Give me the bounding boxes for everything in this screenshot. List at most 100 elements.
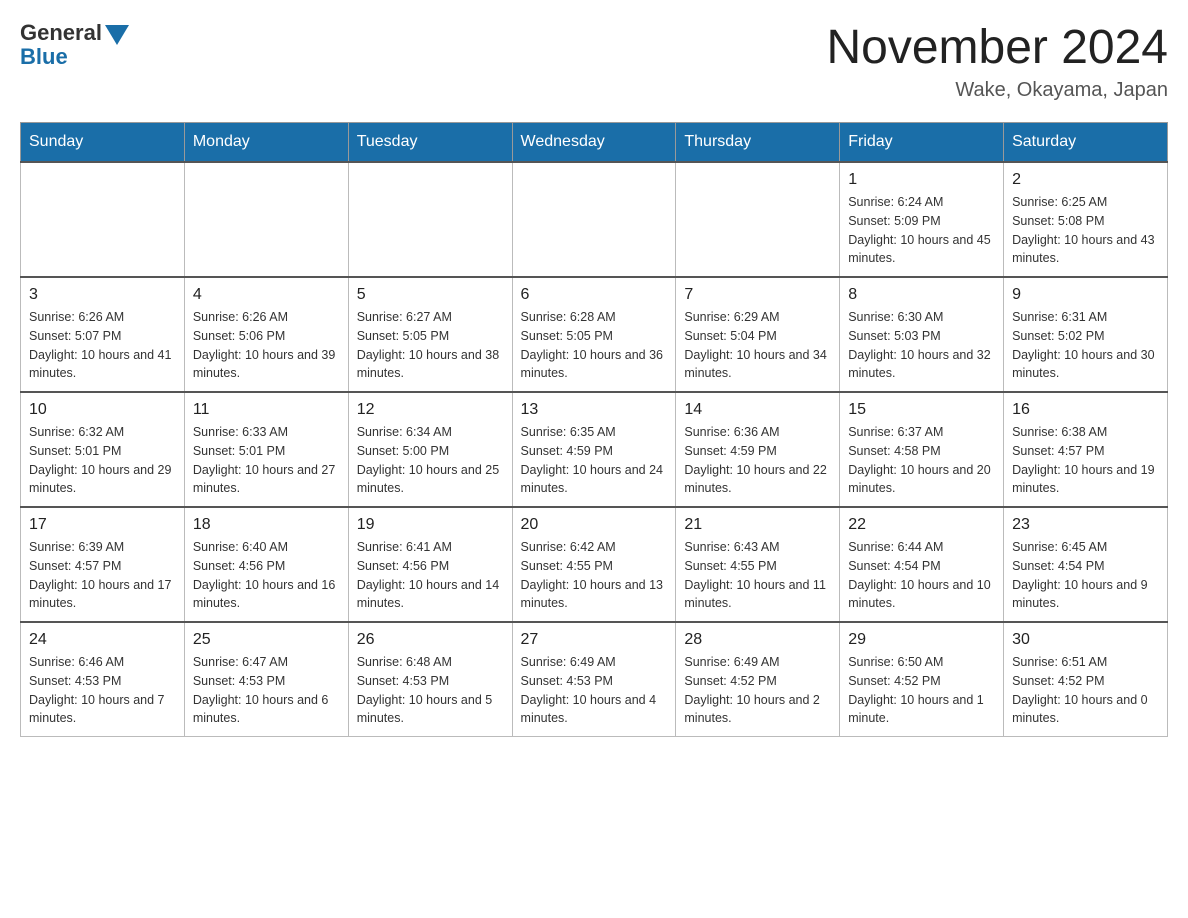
calendar-day-cell: 2 Sunrise: 6:25 AMSunset: 5:08 PMDaylight… <box>1004 162 1168 277</box>
day-info: Sunrise: 6:47 AMSunset: 4:53 PMDaylight:… <box>193 653 340 728</box>
day-info: Sunrise: 6:33 AMSunset: 5:01 PMDaylight:… <box>193 423 340 498</box>
day-number: 10 <box>29 401 176 419</box>
day-number: 9 <box>1012 286 1159 304</box>
day-info: Sunrise: 6:29 AMSunset: 5:04 PMDaylight:… <box>684 308 831 383</box>
calendar-week-row: 17 Sunrise: 6:39 AMSunset: 4:57 PMDayligh… <box>21 507 1168 622</box>
calendar-day-cell: 17 Sunrise: 6:39 AMSunset: 4:57 PMDayligh… <box>21 507 185 622</box>
day-info: Sunrise: 6:26 AMSunset: 5:06 PMDaylight:… <box>193 308 340 383</box>
day-number: 15 <box>848 401 995 419</box>
day-number: 17 <box>29 516 176 534</box>
day-number: 1 <box>848 171 995 189</box>
day-number: 12 <box>357 401 504 419</box>
calendar-week-row: 3 Sunrise: 6:26 AMSunset: 5:07 PMDaylight… <box>21 277 1168 392</box>
day-info: Sunrise: 6:40 AMSunset: 4:56 PMDaylight:… <box>193 538 340 613</box>
calendar-day-cell: 20Sunrise: 6:42 AMSunset: 4:55 PMDayligh… <box>512 507 676 622</box>
day-info: Sunrise: 6:37 AMSunset: 4:58 PMDaylight:… <box>848 423 995 498</box>
calendar-day-cell: 10 Sunrise: 6:32 AMSunset: 5:01 PMDayligh… <box>21 392 185 507</box>
logo-triangle-icon <box>105 25 129 45</box>
day-info: Sunrise: 6:46 AMSunset: 4:53 PMDaylight:… <box>29 653 176 728</box>
day-info: Sunrise: 6:30 AMSunset: 5:03 PMDaylight:… <box>848 308 995 383</box>
day-of-week-header: Sunday <box>21 123 185 163</box>
calendar-day-cell <box>184 162 348 277</box>
calendar-day-cell: 21 Sunrise: 6:43 AMSunset: 4:55 PMDayligh… <box>676 507 840 622</box>
day-number: 5 <box>357 286 504 304</box>
calendar-day-cell: 23Sunrise: 6:45 AMSunset: 4:54 PMDayligh… <box>1004 507 1168 622</box>
day-info: Sunrise: 6:25 AMSunset: 5:08 PMDaylight:… <box>1012 193 1159 268</box>
calendar-table: SundayMondayTuesdayWednesdayThursdayFrid… <box>20 122 1168 737</box>
calendar-week-row: 1 Sunrise: 6:24 AMSunset: 5:09 PMDaylight… <box>21 162 1168 277</box>
calendar-day-cell <box>348 162 512 277</box>
day-of-week-header: Thursday <box>676 123 840 163</box>
logo-blue-text: Blue <box>20 44 68 70</box>
day-number: 20 <box>521 516 668 534</box>
day-info: Sunrise: 6:48 AMSunset: 4:53 PMDaylight:… <box>357 653 504 728</box>
day-info: Sunrise: 6:32 AMSunset: 5:01 PMDaylight:… <box>29 423 176 498</box>
calendar-day-cell: 3 Sunrise: 6:26 AMSunset: 5:07 PMDaylight… <box>21 277 185 392</box>
calendar-day-cell: 24Sunrise: 6:46 AMSunset: 4:53 PMDayligh… <box>21 622 185 737</box>
day-info: Sunrise: 6:43 AMSunset: 4:55 PMDaylight:… <box>684 538 831 613</box>
calendar-day-cell: 12Sunrise: 6:34 AMSunset: 5:00 PMDayligh… <box>348 392 512 507</box>
day-number: 8 <box>848 286 995 304</box>
calendar-day-cell: 7Sunrise: 6:29 AMSunset: 5:04 PMDaylight… <box>676 277 840 392</box>
day-info: Sunrise: 6:36 AMSunset: 4:59 PMDaylight:… <box>684 423 831 498</box>
calendar-day-cell: 6 Sunrise: 6:28 AMSunset: 5:05 PMDaylight… <box>512 277 676 392</box>
day-number: 6 <box>521 286 668 304</box>
day-of-week-header: Monday <box>184 123 348 163</box>
day-number: 28 <box>684 631 831 649</box>
day-info: Sunrise: 6:39 AMSunset: 4:57 PMDaylight:… <box>29 538 176 613</box>
calendar-day-cell: 4 Sunrise: 6:26 AMSunset: 5:06 PMDaylight… <box>184 277 348 392</box>
calendar-day-cell: 1 Sunrise: 6:24 AMSunset: 5:09 PMDaylight… <box>840 162 1004 277</box>
calendar-day-cell: 11Sunrise: 6:33 AMSunset: 5:01 PMDayligh… <box>184 392 348 507</box>
day-info: Sunrise: 6:28 AMSunset: 5:05 PMDaylight:… <box>521 308 668 383</box>
day-info: Sunrise: 6:44 AMSunset: 4:54 PMDaylight:… <box>848 538 995 613</box>
calendar-day-cell: 16 Sunrise: 6:38 AMSunset: 4:57 PMDayligh… <box>1004 392 1168 507</box>
day-info: Sunrise: 6:49 AMSunset: 4:53 PMDaylight:… <box>521 653 668 728</box>
day-info: Sunrise: 6:38 AMSunset: 4:57 PMDaylight:… <box>1012 423 1159 498</box>
day-number: 21 <box>684 516 831 534</box>
calendar-day-cell: 27 Sunrise: 6:49 AMSunset: 4:53 PMDayligh… <box>512 622 676 737</box>
day-of-week-header: Friday <box>840 123 1004 163</box>
day-of-week-header: Saturday <box>1004 123 1168 163</box>
day-info: Sunrise: 6:26 AMSunset: 5:07 PMDaylight:… <box>29 308 176 383</box>
day-info: Sunrise: 6:45 AMSunset: 4:54 PMDaylight:… <box>1012 538 1159 613</box>
calendar-day-cell: 29 Sunrise: 6:50 AMSunset: 4:52 PMDayligh… <box>840 622 1004 737</box>
day-info: Sunrise: 6:49 AMSunset: 4:52 PMDaylight:… <box>684 653 831 728</box>
logo-general-text: General <box>20 20 102 46</box>
calendar-day-cell: 9 Sunrise: 6:31 AMSunset: 5:02 PMDaylight… <box>1004 277 1168 392</box>
calendar-week-row: 24Sunrise: 6:46 AMSunset: 4:53 PMDayligh… <box>21 622 1168 737</box>
day-of-week-header: Tuesday <box>348 123 512 163</box>
day-number: 19 <box>357 516 504 534</box>
day-info: Sunrise: 6:24 AMSunset: 5:09 PMDaylight:… <box>848 193 995 268</box>
calendar-day-cell: 25 Sunrise: 6:47 AMSunset: 4:53 PMDayligh… <box>184 622 348 737</box>
calendar-day-cell: 14Sunrise: 6:36 AMSunset: 4:59 PMDayligh… <box>676 392 840 507</box>
day-number: 25 <box>193 631 340 649</box>
calendar-day-cell: 18 Sunrise: 6:40 AMSunset: 4:56 PMDayligh… <box>184 507 348 622</box>
day-info: Sunrise: 6:41 AMSunset: 4:56 PMDaylight:… <box>357 538 504 613</box>
day-number: 26 <box>357 631 504 649</box>
day-info: Sunrise: 6:50 AMSunset: 4:52 PMDaylight:… <box>848 653 995 728</box>
day-info: Sunrise: 6:31 AMSunset: 5:02 PMDaylight:… <box>1012 308 1159 383</box>
calendar-day-cell: 15 Sunrise: 6:37 AMSunset: 4:58 PMDayligh… <box>840 392 1004 507</box>
page-header: General Blue November 2024 Wake, Okayama… <box>20 20 1168 102</box>
day-number: 2 <box>1012 171 1159 189</box>
day-number: 16 <box>1012 401 1159 419</box>
calendar-header-row: SundayMondayTuesdayWednesdayThursdayFrid… <box>21 123 1168 163</box>
day-info: Sunrise: 6:35 AMSunset: 4:59 PMDaylight:… <box>521 423 668 498</box>
calendar-day-cell: 26 Sunrise: 6:48 AMSunset: 4:53 PMDayligh… <box>348 622 512 737</box>
day-info: Sunrise: 6:51 AMSunset: 4:52 PMDaylight:… <box>1012 653 1159 728</box>
calendar-day-cell <box>21 162 185 277</box>
calendar-day-cell: 13Sunrise: 6:35 AMSunset: 4:59 PMDayligh… <box>512 392 676 507</box>
calendar-day-cell: 19 Sunrise: 6:41 AMSunset: 4:56 PMDayligh… <box>348 507 512 622</box>
day-number: 3 <box>29 286 176 304</box>
day-of-week-header: Wednesday <box>512 123 676 163</box>
calendar-day-cell: 8 Sunrise: 6:30 AMSunset: 5:03 PMDaylight… <box>840 277 1004 392</box>
calendar-week-row: 10 Sunrise: 6:32 AMSunset: 5:01 PMDayligh… <box>21 392 1168 507</box>
day-number: 18 <box>193 516 340 534</box>
day-number: 22 <box>848 516 995 534</box>
location-text: Wake, Okayama, Japan <box>826 79 1168 102</box>
day-number: 4 <box>193 286 340 304</box>
day-number: 27 <box>521 631 668 649</box>
day-info: Sunrise: 6:27 AMSunset: 5:05 PMDaylight:… <box>357 308 504 383</box>
day-number: 29 <box>848 631 995 649</box>
month-title: November 2024 <box>826 20 1168 75</box>
